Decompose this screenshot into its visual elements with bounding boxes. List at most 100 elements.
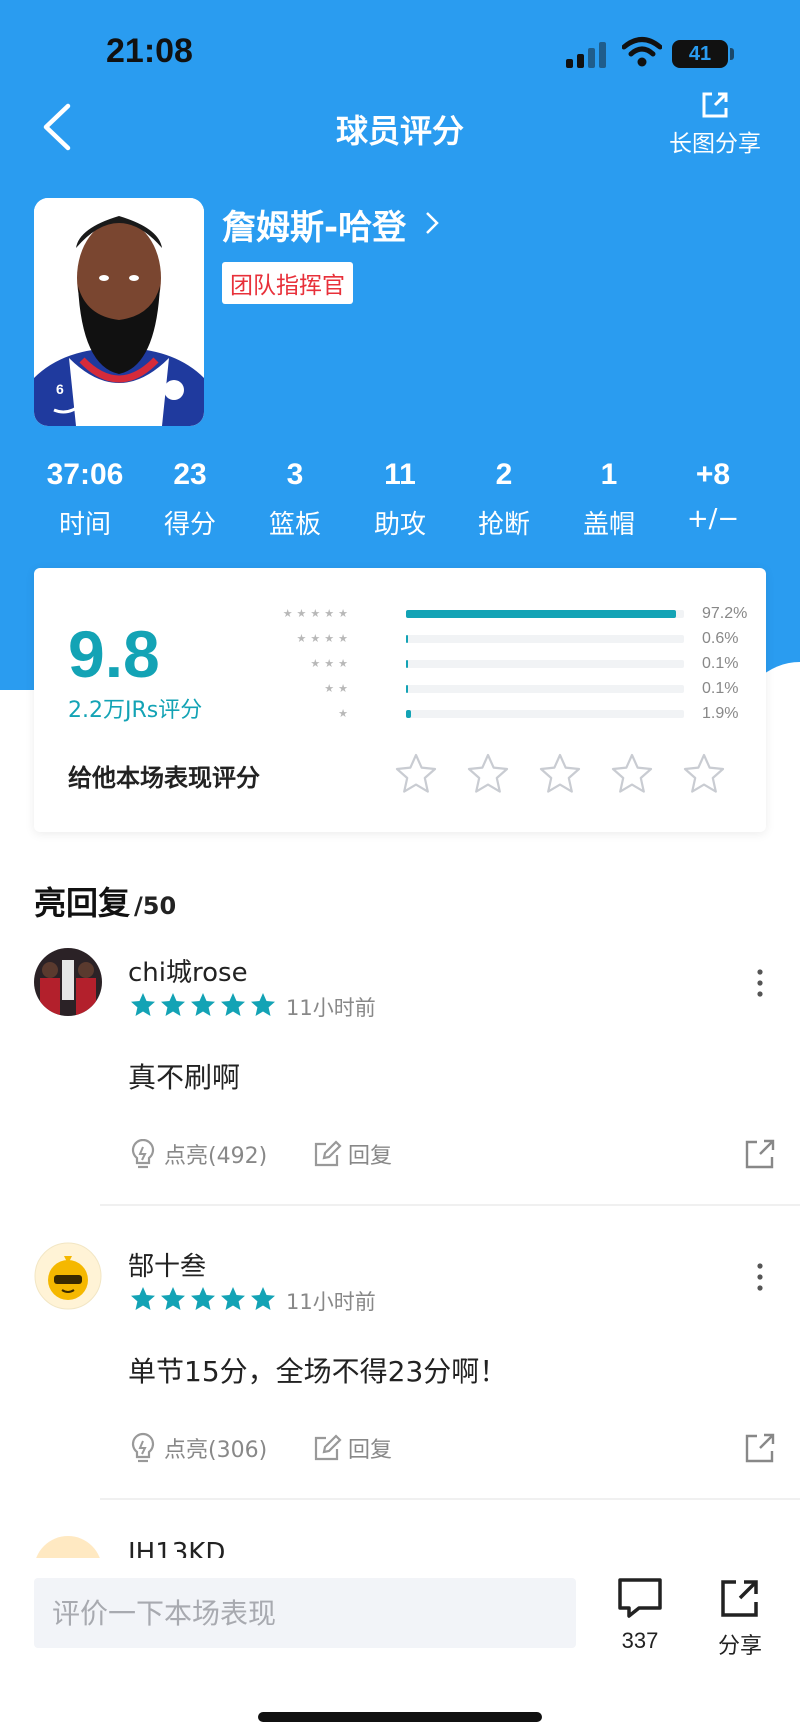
reply-label: 回复 <box>348 1144 393 1169</box>
rate-star-2[interactable] <box>466 752 510 796</box>
stat-label: 助攻 <box>373 510 426 540</box>
comment-rating-stars <box>131 993 275 1016</box>
share-external-icon <box>721 1580 758 1617</box>
comment-username[interactable]: JH13KD <box>128 1538 225 1558</box>
stat-rebounds: 3 篮板 <box>240 458 350 541</box>
distribution-bar-fill <box>406 635 409 643</box>
comment-username[interactable]: chi城rose <box>128 952 248 989</box>
wifi-icon <box>622 37 662 67</box>
more-options-icon[interactable] <box>752 1262 768 1292</box>
distribution-percent: 0.1% <box>702 680 739 697</box>
like-button[interactable]: 点亮(306) <box>128 1428 267 1468</box>
distribution-bar-fill <box>406 710 412 718</box>
stat-label: +/− <box>686 504 740 534</box>
distribution-percent: 0.1% <box>702 655 739 672</box>
player-name[interactable]: 詹姆斯-哈登 <box>222 200 406 249</box>
replies-header: 亮回复/50 <box>34 878 176 924</box>
avatar[interactable] <box>34 1242 102 1310</box>
like-label: 点亮(492) <box>164 1144 268 1169</box>
rate-prompt: 给他本场表现评分 <box>68 764 260 792</box>
distribution-stars: ★★★ <box>310 657 352 670</box>
distribution-stars: ★★★★★ <box>282 607 352 620</box>
stat-assists: 11 助攻 <box>345 458 455 541</box>
battery-tip <box>730 48 734 60</box>
battery-icon: 41 <box>672 40 728 68</box>
jersey-number: 6 <box>56 381 64 397</box>
long-image-share-button[interactable]: 长图分享 <box>660 88 770 168</box>
share-button[interactable]: 分享 <box>712 1576 768 1660</box>
stat-label: 篮板 <box>268 510 321 540</box>
distribution-percent: 0.6% <box>702 630 739 647</box>
avatar[interactable] <box>34 948 102 1016</box>
share-label: 分享 <box>717 1633 762 1658</box>
player-photo[interactable]: 6 <box>34 198 204 426</box>
stat-value: 2 <box>495 458 513 491</box>
stat-label: 得分 <box>163 510 216 540</box>
like-button[interactable]: 点亮(492) <box>128 1134 267 1174</box>
distribution-bar-fill <box>406 685 409 693</box>
distribution-stars: ★★ <box>324 682 352 695</box>
rate-star-1[interactable] <box>394 752 438 796</box>
rating-distribution-row: ★★★★ 0.6% <box>274 629 744 649</box>
distribution-percent: 1.9% <box>702 705 739 722</box>
comments-button[interactable]: 337 <box>612 1576 668 1654</box>
distribution-bar-track <box>406 610 684 618</box>
comments-count: 337 <box>621 1628 659 1653</box>
signal-icon <box>566 42 610 68</box>
player-tag: 团队指挥官 <box>222 262 353 304</box>
rate-star-5[interactable] <box>682 752 726 796</box>
comment-time: 11小时前 <box>286 1290 376 1314</box>
status-time: 21:08 <box>106 32 193 70</box>
stat-label: 时间 <box>58 510 111 540</box>
replies-title: 亮回复 <box>34 884 131 922</box>
stat-label: 抢断 <box>477 510 530 540</box>
distribution-stars: ★ <box>338 707 352 720</box>
distribution-percent: 97.2% <box>702 605 748 622</box>
distribution-bar-fill <box>406 610 677 618</box>
reply-button[interactable]: 回复 <box>312 1134 392 1174</box>
share-external-icon[interactable] <box>742 1430 778 1466</box>
comment-bubble-icon <box>618 1578 662 1618</box>
comment-actions: 点亮(492) 回复 <box>128 1134 778 1174</box>
rating-distribution-row: ★★ 0.1% <box>274 679 744 699</box>
share-external-icon[interactable] <box>742 1136 778 1172</box>
comment-input[interactable] <box>34 1578 576 1648</box>
reply-label: 回复 <box>348 1438 393 1463</box>
long-image-share-label: 长图分享 <box>669 131 761 157</box>
reply-button[interactable]: 回复 <box>312 1428 392 1468</box>
rating-count: 2.2万JRs评分 <box>68 698 203 723</box>
rate-star-4[interactable] <box>610 752 654 796</box>
replies-count: /50 <box>134 892 177 920</box>
stat-steals: 2 抢断 <box>449 458 559 541</box>
rating-distribution-row: ★ 1.9% <box>274 704 744 724</box>
edit-icon <box>314 1140 342 1167</box>
stat-value: 37:06 <box>46 458 124 491</box>
rating-distribution-row: ★★★ 0.1% <box>274 654 744 674</box>
stat-plus-minus: +8 +/− <box>658 458 768 534</box>
stat-value: +8 <box>695 458 731 491</box>
game-stats: 37:06 时间 23 得分 3 篮板 11 助攻 2 抢断 1 盖帽 +8 +… <box>0 458 800 548</box>
comment-username[interactable]: 郜十叁 <box>128 1246 206 1283</box>
lightbulb-icon <box>131 1432 155 1463</box>
distribution-bar-fill <box>406 660 409 668</box>
stat-points: 23 得分 <box>135 458 245 541</box>
divider <box>100 1498 800 1500</box>
stat-label: 盖帽 <box>582 510 635 540</box>
avatar[interactable] <box>34 1536 102 1558</box>
distribution-bar-track <box>406 635 684 643</box>
comment-item: chi城rose 11小时前 真不刷啊 点亮(492) 回复 <box>0 944 800 1206</box>
comment-item: 郜十叁 11小时前 单节15分，全场不得23分啊！ 点亮(306) 回复 <box>0 1238 800 1500</box>
home-indicator <box>258 1712 542 1722</box>
chevron-right-icon[interactable] <box>424 210 440 236</box>
stat-value: 23 <box>173 458 207 491</box>
rate-star-3[interactable] <box>538 752 582 796</box>
distribution-stars: ★★★★ <box>296 632 352 645</box>
distribution-bar-track <box>406 710 684 718</box>
stat-blocks: 1 盖帽 <box>554 458 664 541</box>
comment-text: 真不刷啊 <box>128 1061 241 1094</box>
more-options-icon[interactable] <box>752 968 768 998</box>
rating-distribution-row: ★★★★★ 97.2% <box>274 604 748 624</box>
share-external-icon <box>702 92 728 118</box>
status-bar: 21:08 41 <box>0 0 800 100</box>
comment-actions: 点亮(306) 回复 <box>128 1428 778 1468</box>
